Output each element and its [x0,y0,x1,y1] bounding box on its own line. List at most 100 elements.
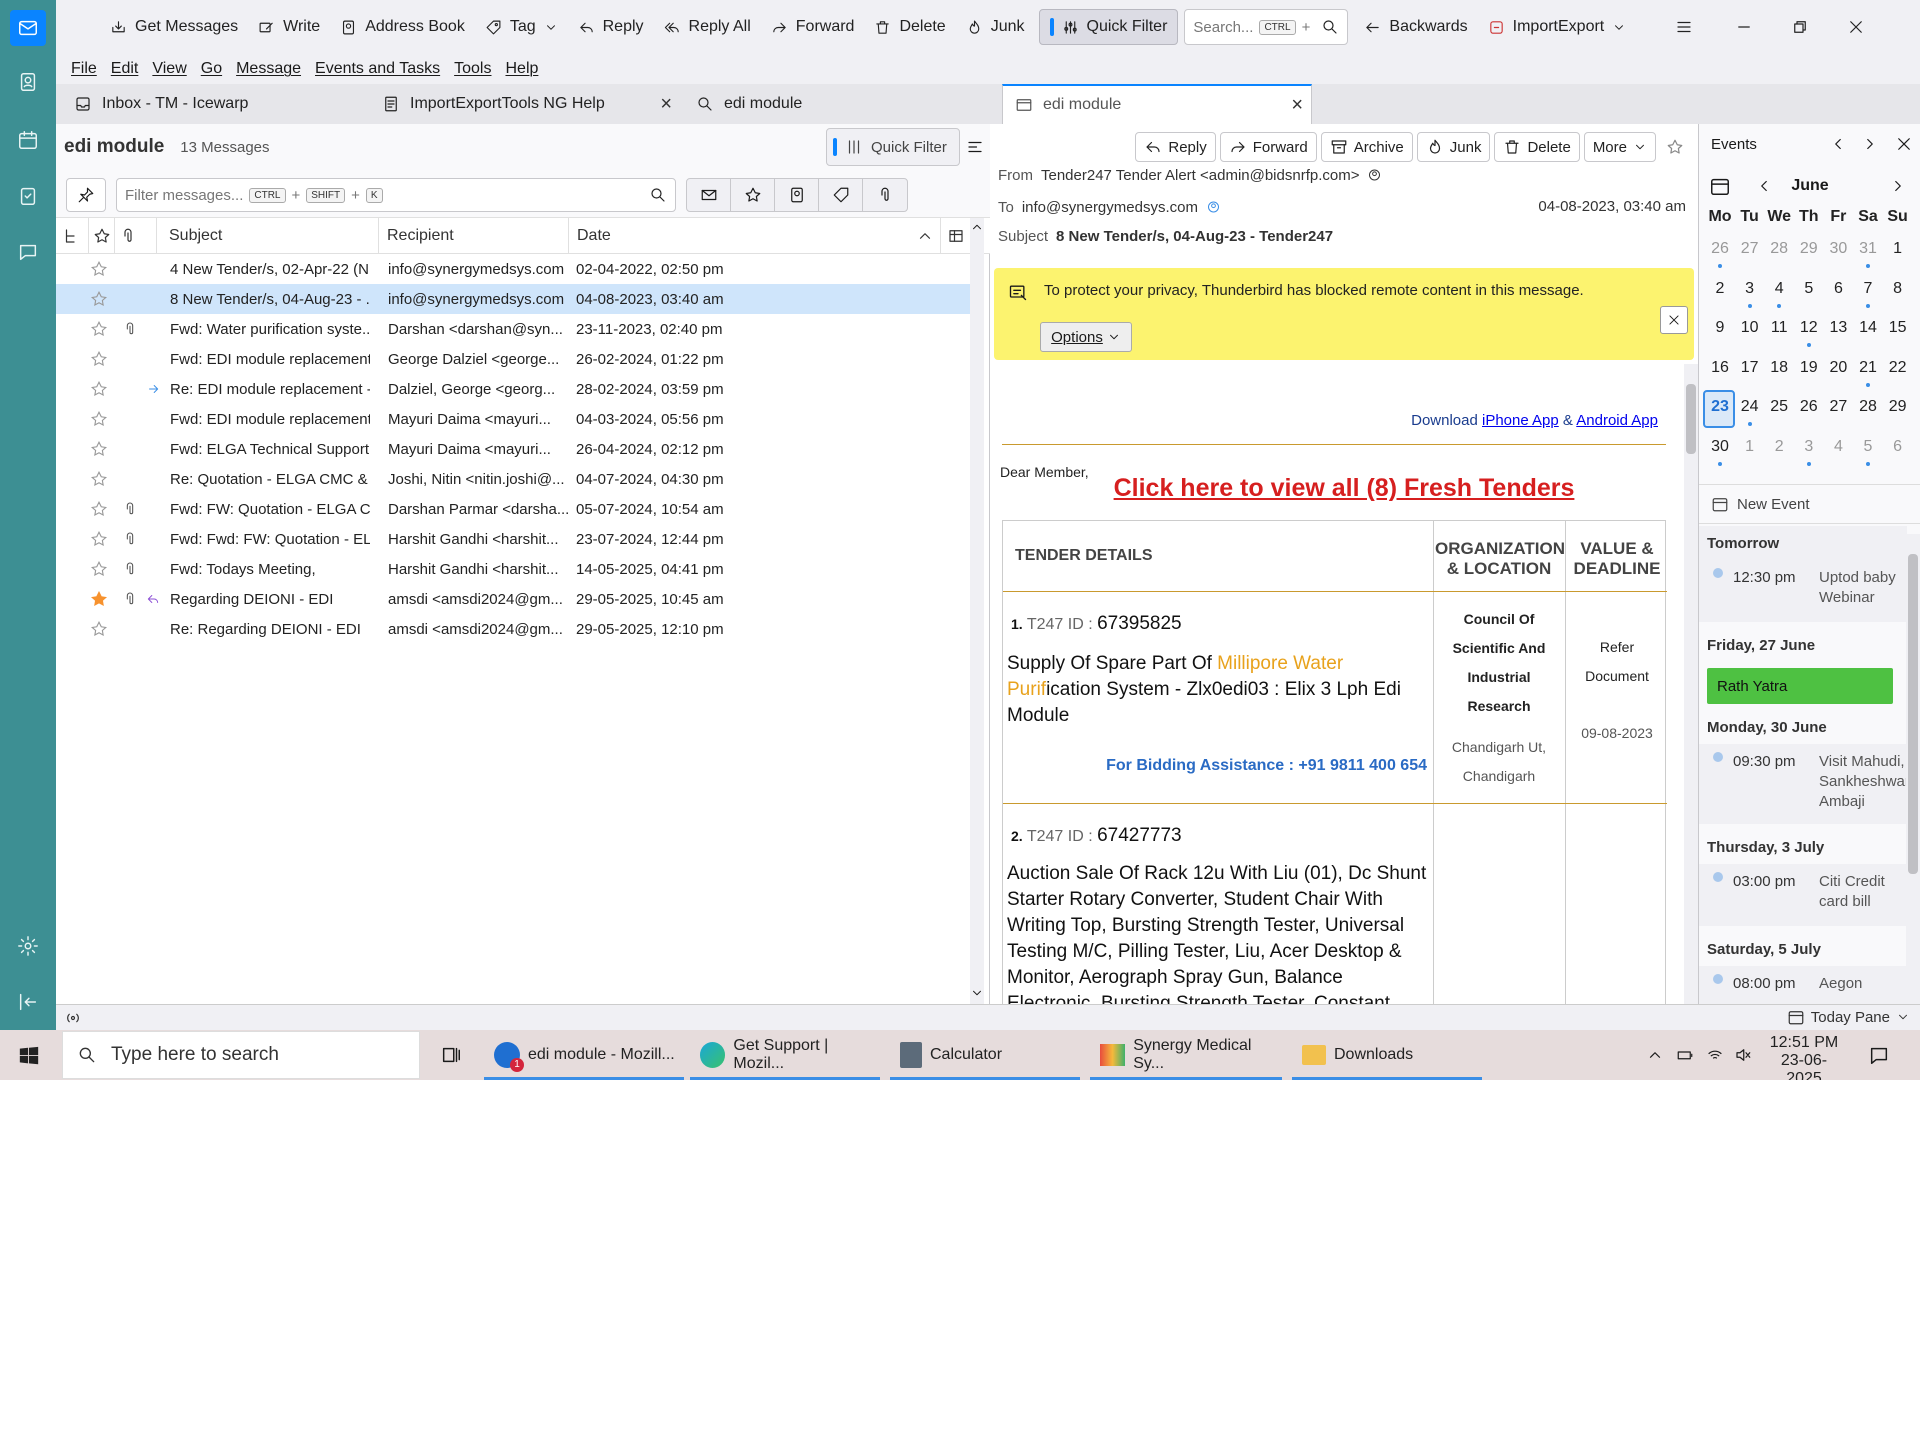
calendar-day[interactable]: 27 [1735,240,1765,258]
from-value[interactable]: Tender247 Tender Alert <admin@bidsnrfp.c… [1041,167,1359,184]
online-status-icon[interactable] [64,1009,82,1027]
tab-importexport-help[interactable]: ImportExportTools NG Help × [370,86,680,122]
calendar-day[interactable]: 14 [1853,319,1883,337]
calendar-day[interactable]: 8 [1883,280,1913,298]
calendar-space-icon[interactable] [10,122,46,158]
contact-icon[interactable] [1367,166,1382,184]
attachment-filter-icon[interactable] [863,179,907,211]
minimize-button[interactable] [1716,18,1772,36]
chevron-right-icon[interactable] [1861,135,1879,153]
message-row[interactable]: Fwd: Water purification syste... Darshan … [56,314,970,344]
calendar-day[interactable]: 28 [1853,398,1883,416]
message-row[interactable]: Fwd: Fwd: FW: Quotation - EL... Harshit G… [56,524,970,554]
delete-button[interactable]: Delete [864,9,955,45]
star-toggle[interactable] [90,554,114,584]
notice-close-button[interactable] [1660,306,1688,334]
scroll-down-icon[interactable] [970,984,984,1002]
message-row[interactable]: Fwd: ELGA Technical Support ... Mayuri Da… [56,434,970,464]
tab-close-icon[interactable]: × [1291,94,1303,117]
write-button[interactable]: Write [248,9,330,45]
star-toggle[interactable] [90,614,114,644]
android-app-link[interactable]: Android App [1576,412,1658,429]
star-toggle[interactable] [90,464,114,494]
app-menu-button[interactable] [1656,18,1712,36]
global-search-input[interactable]: Search... CTRL + [1184,9,1349,45]
calendar-day[interactable]: 15 [1883,319,1913,337]
importexport-button[interactable]: ImportExport [1478,9,1637,45]
restore-button[interactable] [1772,18,1828,36]
message-row[interactable]: Regarding DEIONI - EDI amsdi <amsdi2024@g… [56,584,970,614]
date-column-header[interactable]: Date [568,218,868,254]
task-edge[interactable]: Get Support | Mozil... [690,1030,880,1080]
tab-edi-search[interactable]: edi module× [684,86,1044,122]
menu-events-tasks[interactable]: Events and Tasks [308,60,447,78]
clock[interactable]: 12:51 PM 23-06-2025 [1764,1034,1844,1080]
message-row[interactable]: Fwd: EDI module replacement... George Dal… [56,344,970,374]
menu-message[interactable]: Message [229,60,308,78]
calendar-day[interactable]: 18 [1764,359,1794,377]
menu-view[interactable]: View [145,60,193,78]
notifications-icon[interactable] [1868,1044,1890,1066]
tray-chevron-up-icon[interactable] [1646,1046,1664,1064]
calendar-day[interactable]: 17 [1735,359,1765,377]
filter-messages-input[interactable]: Filter messages... CTRL + SHIFT + K [116,178,676,212]
contact-filter-icon[interactable] [775,179,819,211]
scroll-thumb[interactable] [1908,554,1918,874]
calendar-day[interactable]: 7 [1853,280,1883,298]
quick-filter-toggle[interactable]: Quick Filter [1038,9,1179,45]
calendar-day[interactable]: 9 [1705,319,1735,337]
msg-delete-button[interactable]: Delete [1494,132,1580,162]
chevron-left-icon[interactable] [1829,135,1847,153]
list-scrollbar[interactable] [970,218,984,1004]
calendar-day[interactable]: 12 [1794,319,1824,337]
collapse-spaces-icon[interactable] [10,984,46,1020]
menu-edit[interactable]: Edit [104,60,146,78]
calendar-day[interactable]: 24 [1735,398,1765,416]
calendar-day[interactable]: 20 [1823,359,1853,377]
calendar-day[interactable]: 11 [1764,319,1794,337]
message-row[interactable]: Re: Regarding DEIONI - EDI amsdi <amsdi20… [56,614,970,644]
star-column-icon[interactable] [88,218,114,254]
agenda-event[interactable]: 08:00 pm Aegon [1699,966,1907,1004]
calendar-day[interactable]: 1 [1735,438,1765,456]
address-book-space-icon[interactable] [10,64,46,100]
agenda-scrollbar[interactable] [1906,534,1920,1004]
calendar-day[interactable]: 3 [1735,280,1765,298]
task-synergy[interactable]: Synergy Medical Sy... [1090,1030,1282,1080]
calendar-day[interactable]: 13 [1823,319,1853,337]
calendar-day[interactable]: 31 [1853,240,1883,258]
mail-space-icon[interactable] [10,10,46,46]
iphone-app-link[interactable]: iPhone App [1482,412,1559,429]
message-row[interactable]: 8 New Tender/s, 04-Aug-23 - ... info@syne… [56,284,970,314]
calendar-day[interactable]: 16 [1705,359,1735,377]
agenda-event[interactable]: 03:00 pm Citi Credit card bill [1699,864,1907,926]
calendar-day[interactable]: 19 [1794,359,1824,377]
volume-muted-icon[interactable] [1734,1046,1752,1064]
calendar-day[interactable]: 4 [1823,438,1853,456]
chat-space-icon[interactable] [10,234,46,270]
star-toggle[interactable] [90,344,114,374]
message-row[interactable]: 4 New Tender/s, 02-Apr-22 (N... info@syne… [56,254,970,284]
body-scrollbar[interactable] [1684,364,1698,1004]
calendar-day[interactable]: 6 [1883,438,1913,456]
agenda-event[interactable]: 12:30 pm Uptod baby Webinar [1699,560,1907,622]
task-calculator[interactable]: Calculator [890,1030,1080,1080]
agenda-event[interactable]: 09:30 pm Visit Mahudi, Sankheshwar, Ambaj… [1699,744,1913,824]
message-row[interactable]: Re: EDI module replacement -... Dalziel, … [56,374,970,404]
next-month-icon[interactable] [1889,177,1907,195]
message-row[interactable]: Fwd: FW: Quotation - ELGA C... Darshan Pa… [56,494,970,524]
junk-button[interactable]: Junk [956,9,1035,45]
sort-ascending-icon[interactable] [916,218,936,254]
get-messages-button[interactable]: Get Messages [100,9,248,45]
battery-icon[interactable] [1676,1046,1694,1064]
unread-filter-icon[interactable] [687,179,731,211]
calendar-day[interactable]: 10 [1735,319,1765,337]
close-window-button[interactable] [1828,18,1884,36]
settings-gear-icon[interactable] [10,928,46,964]
calendar-day[interactable]: 28 [1764,240,1794,258]
menu-file[interactable]: File [64,60,104,78]
star-toggle[interactable] [90,314,114,344]
calendar-day[interactable]: 30 [1705,438,1735,456]
star-toggle[interactable] [90,284,114,314]
taskbar-search[interactable]: Type here to search [62,1031,420,1079]
